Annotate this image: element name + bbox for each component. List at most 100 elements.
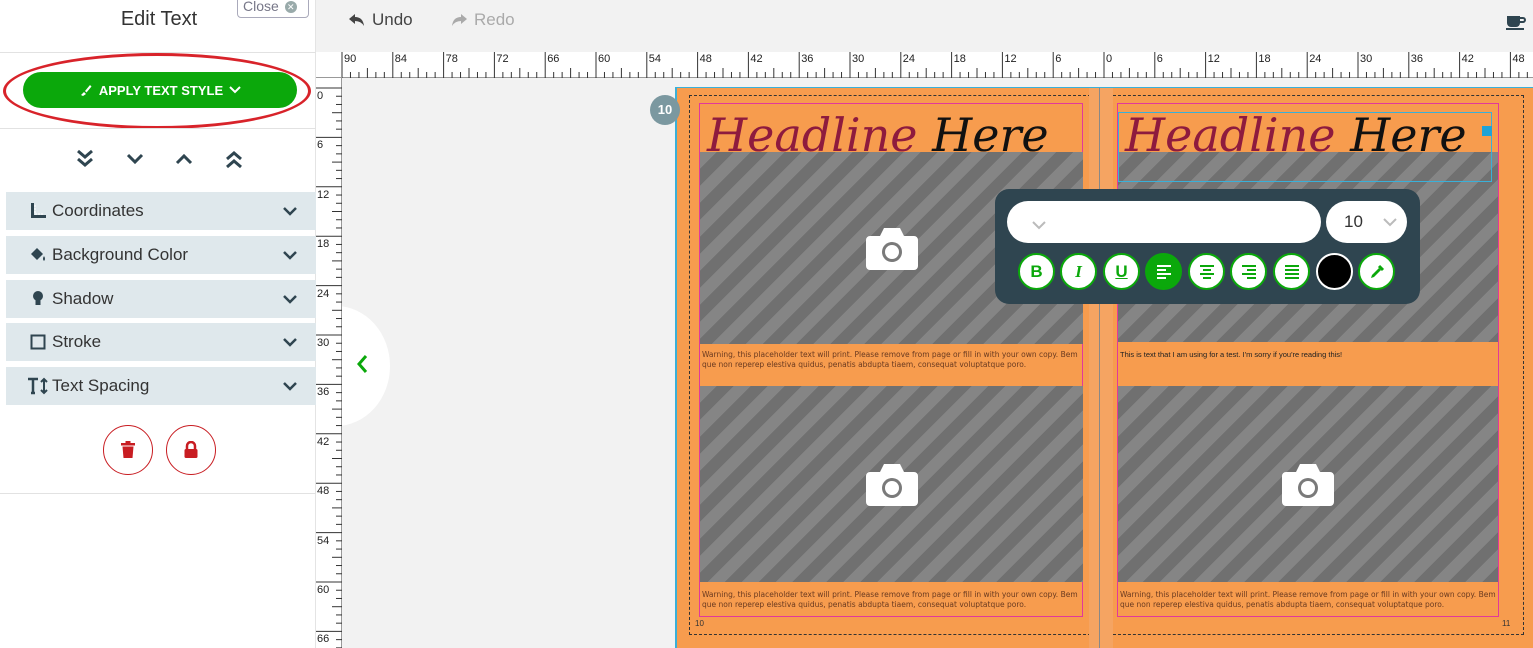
vertical-ruler-ticks — [316, 87, 342, 648]
page-badge: 10 — [650, 95, 680, 125]
photo-placeholder[interactable] — [700, 386, 1083, 582]
eyedropper-button[interactable] — [1358, 253, 1395, 290]
caption-text[interactable]: Warning, this placeholder text will prin… — [702, 590, 1080, 610]
coordinates-section[interactable]: Coordinates — [6, 192, 316, 230]
vertical-ruler: 0 6 12 18 24 30 36 42 48 54 60 66 — [316, 78, 342, 648]
paint-bucket-icon — [26, 246, 50, 264]
ruler-label: 18 — [317, 238, 330, 251]
layer-order-controls — [60, 146, 260, 172]
ruler-label: 54 — [648, 53, 662, 65]
headline-part2: Here — [932, 108, 1049, 162]
send-to-back-icon[interactable] — [70, 146, 100, 172]
redo-label: Redo — [474, 10, 515, 29]
camera-icon — [865, 464, 918, 506]
font-family-select[interactable] — [1007, 201, 1321, 243]
redo-icon — [452, 14, 467, 26]
ruler-label: 6 — [317, 139, 324, 152]
caption-text[interactable]: Warning, this placeholder text will prin… — [1120, 590, 1496, 610]
text-selection-box[interactable] — [1118, 112, 1492, 182]
resize-handle[interactable] — [1482, 126, 1492, 136]
chevron-down-icon — [282, 291, 298, 309]
ruler-label: 12 — [1207, 53, 1220, 65]
ruler-label: 0 — [1106, 53, 1113, 65]
undo-button[interactable]: Undo — [348, 10, 413, 30]
previous-spread-button[interactable] — [342, 306, 390, 426]
headline-part1: Headline — [707, 108, 918, 162]
ruler-label: 60 — [317, 584, 330, 596]
italic-icon: I — [1075, 261, 1082, 281]
undo-icon — [349, 14, 364, 26]
close-button[interactable]: Close ✕ — [237, 0, 309, 18]
lock-button[interactable] — [166, 425, 216, 475]
editor-app: Edit Text Close ✕ APPLY TEXT STYLE Coordi… — [0, 0, 1533, 648]
stroke-section[interactable]: Stroke — [6, 323, 316, 361]
ruler-label: 0 — [317, 90, 324, 102]
shadow-label: Shadow — [52, 289, 114, 308]
ruler-label: 18 — [953, 53, 966, 65]
ruler-label: 30 — [317, 337, 330, 349]
ruler-label: 84 — [394, 53, 408, 65]
ruler-label: 36 — [801, 53, 814, 65]
bring-to-front-icon[interactable] — [219, 146, 249, 172]
square-outline-icon — [26, 334, 50, 350]
camera-icon — [1282, 464, 1334, 506]
bring-forward-icon[interactable] — [169, 146, 199, 172]
ruler-label: 24 — [902, 53, 916, 65]
page-number: 11 — [1502, 619, 1511, 628]
ruler-label: 24 — [1309, 53, 1322, 65]
text-color-button[interactable] — [1316, 253, 1353, 290]
bold-button[interactable]: B — [1018, 253, 1055, 290]
eyedropper-icon — [1370, 264, 1384, 278]
font-size-select[interactable]: 10 — [1326, 201, 1407, 243]
italic-button[interactable]: I — [1060, 253, 1097, 290]
headline-text[interactable]: Headline Here — [707, 108, 1067, 164]
highlight-annotation — [3, 53, 311, 129]
align-left-button[interactable] — [1145, 253, 1182, 290]
send-backward-icon[interactable] — [120, 146, 150, 172]
text-format-toolbar: 10 B I U — [995, 189, 1420, 304]
right-page[interactable]: Headline Here This is text that I am usi… — [1113, 88, 1533, 648]
ruler-label: 48 — [317, 485, 330, 498]
justify-button[interactable] — [1273, 253, 1310, 290]
caption-text-selected[interactable]: This is text that I am using for a test.… — [1120, 350, 1498, 360]
align-right-button[interactable] — [1230, 253, 1267, 290]
ruler-label: 90 — [344, 53, 357, 65]
ruler-label: 48 — [1512, 53, 1525, 65]
align-center-button[interactable] — [1188, 253, 1225, 290]
ruler-label: 24 — [317, 287, 330, 300]
chevron-left-icon — [356, 354, 368, 379]
ruler-label: 42 — [317, 435, 330, 448]
lock-icon — [184, 441, 198, 458]
underline-icon: U — [1115, 261, 1128, 281]
ruler-label: 6 — [1055, 53, 1062, 65]
ruler-label: 66 — [547, 53, 560, 65]
chevron-down-icon — [282, 378, 298, 396]
ruler-label: 30 — [852, 53, 865, 65]
ruler-label: 12 — [317, 188, 330, 201]
delete-button[interactable] — [103, 425, 153, 475]
align-right-icon — [1241, 264, 1256, 279]
text-height-icon — [26, 377, 50, 395]
ruler-label: 36 — [1410, 53, 1424, 65]
left-page[interactable]: Headline Here Warning, this placeholder … — [677, 88, 1089, 648]
edit-text-sidebar: Edit Text Close ✕ APPLY TEXT STYLE Coordi… — [0, 0, 316, 648]
text-spacing-label: Text Spacing — [52, 376, 150, 395]
design-canvas: Headline Here Warning, this placeholder … — [342, 78, 1533, 648]
divider — [0, 493, 316, 494]
ruler-label: 66 — [317, 633, 330, 646]
coffee-icon[interactable] — [1506, 12, 1526, 35]
ruler-label: 54 — [317, 534, 330, 547]
chevron-down-icon — [1382, 201, 1398, 243]
ruler-label: 60 — [598, 53, 611, 65]
underline-button[interactable]: U — [1103, 253, 1140, 290]
redo-button[interactable]: Redo — [450, 10, 515, 30]
text-spacing-section[interactable]: Text Spacing — [6, 367, 316, 405]
ruler-label: 78 — [445, 53, 458, 65]
bold-icon: B — [1030, 261, 1043, 281]
background-color-section[interactable]: Background Color — [6, 236, 316, 274]
ruler-label: 36 — [317, 386, 330, 399]
shadow-section[interactable]: Shadow — [6, 280, 316, 318]
ruler-label: 12 — [1004, 53, 1017, 65]
photo-placeholder[interactable] — [1118, 386, 1498, 582]
caption-text[interactable]: Warning, this placeholder text will prin… — [702, 350, 1080, 370]
